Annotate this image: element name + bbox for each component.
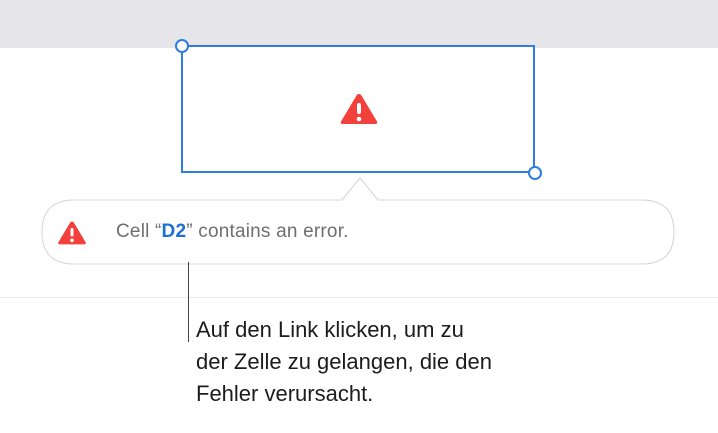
callout-line-2: der Zelle zu gelangen, die den: [196, 349, 492, 374]
toolbar-background: [0, 0, 718, 48]
error-message-prefix: Cell “: [116, 221, 162, 242]
error-message: Cell “D2” contains an error.: [116, 221, 349, 243]
callout-text: Auf den Link klicken, um zu der Zelle zu…: [196, 314, 656, 410]
cell-error-warning-icon[interactable]: [339, 92, 379, 126]
callout-line-1: Auf den Link klicken, um zu: [196, 317, 464, 342]
warning-triangle-icon: [58, 221, 86, 245]
error-popover: Cell “D2” contains an error.: [41, 177, 675, 265]
cell-reference-link[interactable]: D2: [162, 221, 187, 242]
callout-line: [188, 262, 189, 342]
sheet-divider: [0, 297, 718, 298]
callout-line-3: Fehler verursacht.: [196, 381, 374, 406]
error-message-suffix: ” contains an error.: [186, 221, 349, 242]
selection-handle-top-left[interactable]: [175, 39, 189, 53]
